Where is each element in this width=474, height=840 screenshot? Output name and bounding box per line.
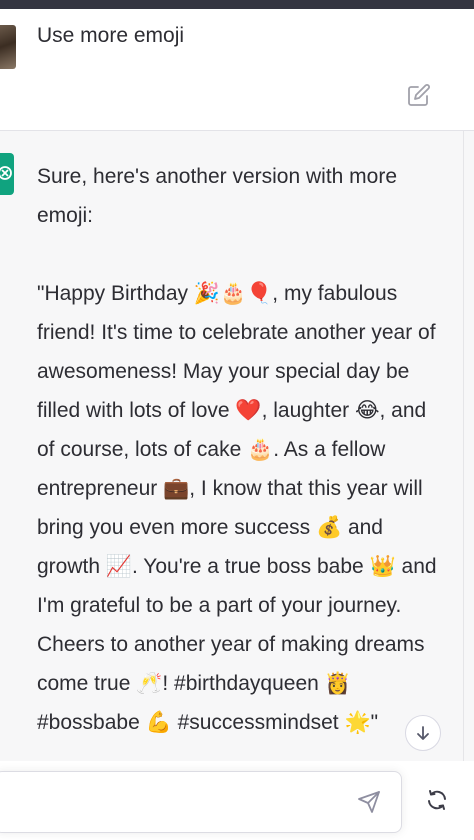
send-icon[interactable]	[357, 790, 381, 814]
assistant-message-text: Sure, here's another version with more e…	[37, 157, 437, 742]
regenerate-button[interactable]	[418, 781, 456, 819]
user-message-row: Use more emoji	[0, 9, 474, 131]
user-avatar	[0, 25, 16, 69]
top-bar	[0, 0, 474, 9]
scroll-down-button[interactable]	[405, 715, 441, 751]
edit-icon[interactable]	[407, 83, 431, 107]
composer-area	[0, 761, 474, 840]
assistant-body: "Happy Birthday 🎉🎂🎈, my fabulous friend!…	[37, 282, 437, 734]
message-input[interactable]	[9, 788, 343, 818]
arrow-down-icon	[417, 726, 429, 740]
user-message-text: Use more emoji	[37, 24, 185, 47]
assistant-message-row: Sure, here's another version with more e…	[0, 131, 474, 761]
message-composer	[0, 771, 402, 833]
regenerate-icon	[428, 790, 446, 810]
openai-logo-icon	[0, 153, 14, 195]
divider	[463, 131, 464, 761]
assistant-intro: Sure, here's another version with more e…	[37, 165, 398, 227]
